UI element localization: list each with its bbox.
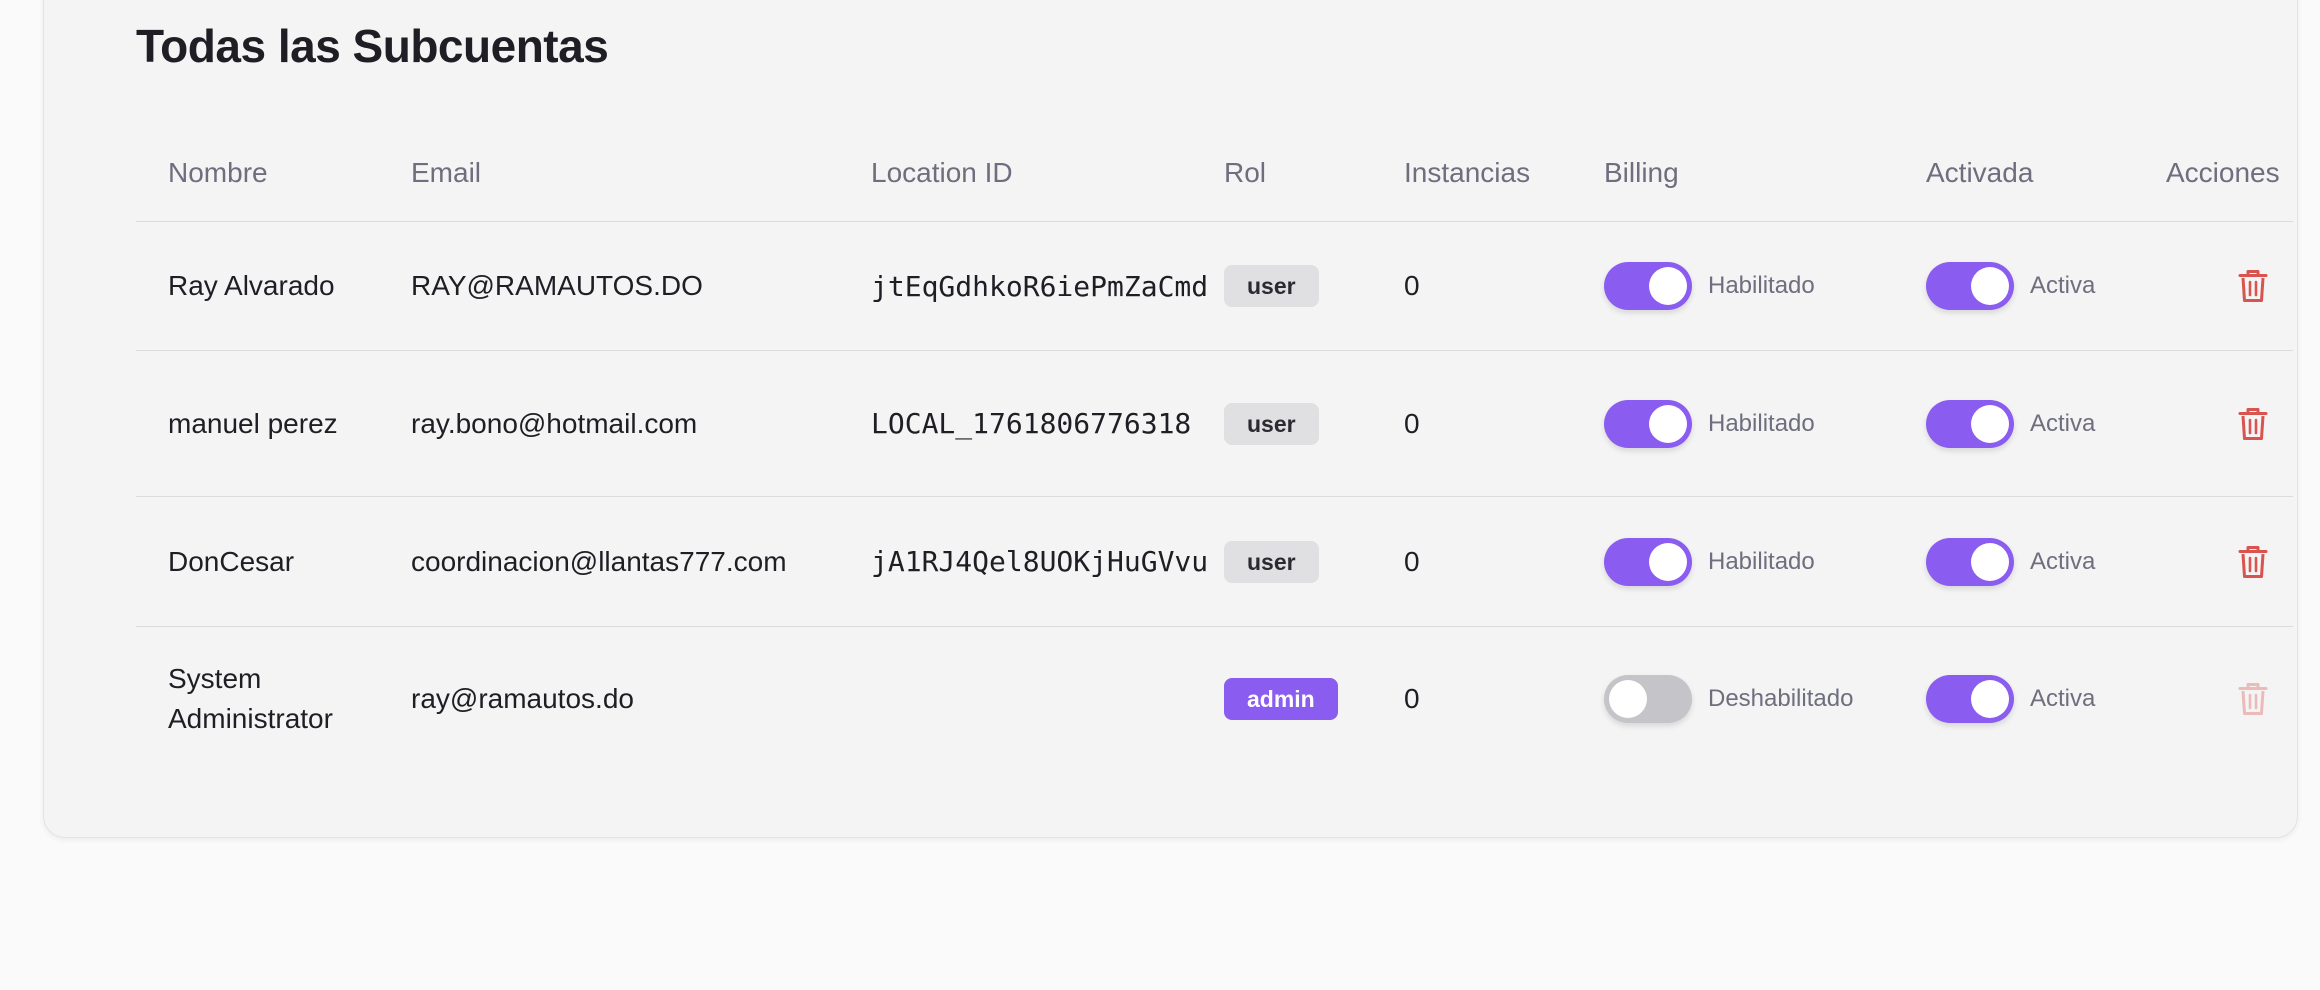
activated-toggle[interactable]	[1926, 537, 2014, 586]
billing-toggle-group: Deshabilitado	[1604, 675, 1926, 724]
role-badge: user	[1224, 540, 1319, 583]
subaccounts-table: Nombre Email Location ID Rol Instancias …	[136, 124, 2293, 772]
activated-toggle[interactable]	[1926, 399, 2014, 448]
table-header-row: Nombre Email Location ID Rol Instancias …	[136, 124, 2293, 222]
billing-toggle[interactable]	[1604, 262, 1692, 310]
trash-icon[interactable]	[2238, 407, 2268, 441]
row-email: ray@ramautos.do	[411, 683, 634, 715]
row-name: manuel perez	[136, 350, 411, 497]
column-header-role: Rol	[1224, 124, 1404, 222]
role-badge: user	[1224, 402, 1319, 445]
role-badge: admin	[1224, 678, 1338, 721]
activated-toggle-group: Activa	[1926, 675, 2166, 724]
column-header-email: Email	[411, 124, 871, 222]
trash-icon[interactable]	[2238, 269, 2268, 303]
billing-status-label: Habilitado	[1708, 272, 1815, 299]
activated-toggle-group: Activa	[1926, 262, 2166, 310]
activated-status-label: Activa	[2030, 685, 2096, 713]
toggle-knob	[1971, 267, 2009, 305]
column-header-billing: Billing	[1604, 124, 1926, 222]
activated-toggle-group: Activa	[1926, 399, 2166, 448]
toggle-knob	[1649, 542, 1687, 581]
row-instances: 0	[1404, 350, 1604, 497]
column-header-name: Nombre	[136, 124, 411, 222]
toggle-knob	[1971, 542, 2009, 581]
row-location-id: LOCAL_1761806776318	[871, 350, 1224, 497]
billing-toggle-group: Habilitado	[1604, 399, 1926, 448]
billing-toggle-group: Habilitado	[1604, 262, 1926, 310]
row-email: coordinacion@llantas777.com	[411, 496, 871, 627]
row-location-id	[871, 627, 1224, 772]
toggle-knob	[1971, 404, 2009, 443]
table-row: System Administrator ray@ramautos.do adm…	[136, 627, 2293, 772]
activated-status-label: Activa	[2030, 272, 2096, 299]
toggle-knob	[1609, 680, 1647, 719]
activated-status-label: Activa	[2030, 547, 2096, 575]
activated-toggle-group: Activa	[1926, 537, 2166, 586]
billing-status-label: Deshabilitado	[1708, 685, 1854, 713]
row-name: DonCesar	[136, 496, 411, 627]
page-title: Todas las Subcuentas	[136, 20, 609, 72]
activated-toggle[interactable]	[1926, 262, 2014, 310]
row-instances: 0	[1404, 221, 1604, 351]
row-location-id: jA1RJ4Qel8UOKjHuGVvu	[871, 496, 1224, 627]
table-row: manuel perez ray.bono@hotmail.com LOCAL_…	[136, 350, 2293, 497]
billing-toggle[interactable]	[1604, 399, 1692, 448]
row-instances: 0	[1404, 683, 1420, 715]
row-email: RAY@RAMAUTOS.DO	[411, 221, 871, 351]
column-header-location-id: Location ID	[871, 124, 1224, 222]
billing-toggle-group: Habilitado	[1604, 537, 1926, 586]
toggle-knob	[1971, 680, 2009, 719]
column-header-instances: Instancias	[1404, 124, 1604, 222]
row-instances: 0	[1404, 496, 1604, 627]
subaccounts-card: Todas las Subcuentas Nombre Email Locati…	[43, 0, 2298, 838]
row-location-id: jtEqGdhkoR6iePmZaCmd	[871, 221, 1224, 351]
row-name: System Administrator	[168, 663, 333, 735]
column-header-actions: Acciones	[2166, 124, 2293, 222]
row-name: Ray Alvarado	[136, 221, 411, 351]
billing-status-label: Habilitado	[1708, 547, 1815, 575]
activated-toggle[interactable]	[1926, 675, 2014, 724]
role-badge: user	[1224, 265, 1319, 307]
column-header-activated: Activada	[1926, 124, 2166, 222]
table-row: Ray Alvarado RAY@RAMAUTOS.DO jtEqGdhkoR6…	[136, 221, 2293, 351]
trash-icon[interactable]	[2238, 545, 2268, 579]
toggle-knob	[1649, 267, 1687, 305]
table-row: DonCesar coordinacion@llantas777.com jA1…	[136, 496, 2293, 627]
billing-toggle[interactable]	[1604, 537, 1692, 586]
row-email: ray.bono@hotmail.com	[411, 350, 871, 497]
billing-status-label: Habilitado	[1708, 409, 1815, 437]
billing-toggle[interactable]	[1604, 675, 1692, 724]
toggle-knob	[1649, 404, 1687, 443]
activated-status-label: Activa	[2030, 409, 2096, 437]
trash-icon	[2238, 683, 2268, 716]
